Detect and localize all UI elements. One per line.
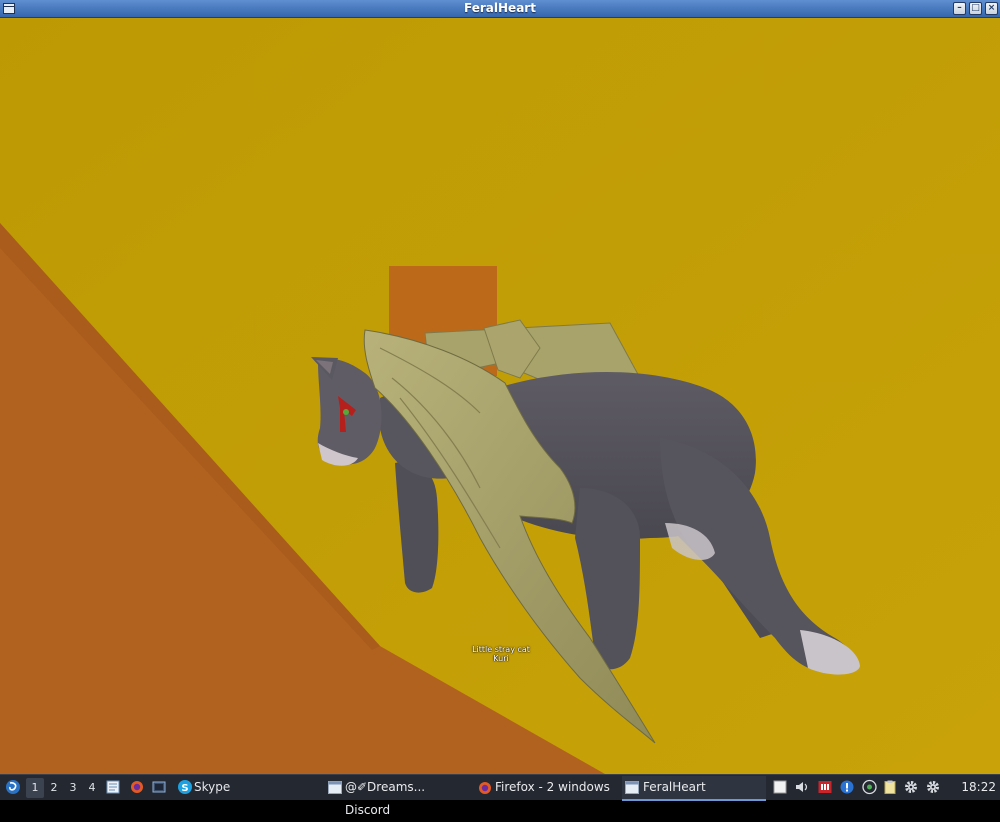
skype-launcher-label[interactable]: Skype xyxy=(194,775,230,800)
player-title: Little stray cat xyxy=(472,645,530,654)
desktop-3-button[interactable]: 3 xyxy=(64,778,82,798)
terminal-launcher-icon[interactable] xyxy=(152,780,166,794)
text-editor-launcher-icon[interactable] xyxy=(106,780,120,794)
desktop-1-button[interactable]: 1 xyxy=(26,778,44,798)
maximize-button[interactable]: □ xyxy=(969,2,982,15)
window-icon xyxy=(625,781,639,794)
clipboard-manager-icon[interactable] xyxy=(883,780,897,794)
desktop-2-button[interactable]: 2 xyxy=(45,778,63,798)
firefox-icon xyxy=(479,782,491,794)
cat-eye xyxy=(343,409,349,415)
window-title: FeralHeart xyxy=(464,1,536,15)
task-firefox-label: Firefox - 2 windows xyxy=(495,780,610,794)
game-viewport[interactable]: Little stray cat Kuri xyxy=(0,18,1000,774)
start-menu-icon[interactable] xyxy=(5,779,21,795)
task-discord[interactable]: @✐Dreams... Discord xyxy=(326,776,472,817)
task-firefox[interactable]: Firefox - 2 windows xyxy=(476,776,618,799)
settings-gear-icon[interactable] xyxy=(904,780,918,794)
firefox-launcher-icon[interactable] xyxy=(130,780,144,794)
task-feralheart[interactable]: FeralHeart xyxy=(622,776,766,801)
system-gear-icon[interactable] xyxy=(926,780,940,794)
player-name: Kuri xyxy=(493,654,509,663)
volume-icon[interactable] xyxy=(795,780,809,794)
task-discord-label: @✐Dreams... Discord xyxy=(345,780,426,817)
minimize-button[interactable]: – xyxy=(953,2,966,15)
task-feralheart-label: FeralHeart xyxy=(643,780,706,794)
network-icon[interactable] xyxy=(862,779,877,795)
close-button[interactable]: × xyxy=(985,2,998,15)
taskbar: 1 2 3 4 S Skype @✐Dreams... Discord Fire… xyxy=(0,774,1000,817)
clipboard-tray-icon[interactable] xyxy=(773,780,787,794)
window-icon xyxy=(328,781,342,794)
clock[interactable]: 18:22 xyxy=(961,775,996,800)
svg-text:S: S xyxy=(181,783,188,794)
desktop-4-button[interactable]: 4 xyxy=(83,778,101,798)
update-notification-icon[interactable] xyxy=(840,780,854,794)
skype-icon[interactable]: S xyxy=(177,779,193,795)
app-tray-icon[interactable] xyxy=(818,780,832,794)
window-titlebar[interactable]: FeralHeart – □ × xyxy=(0,0,1000,18)
player-nameplate: Little stray cat Kuri xyxy=(460,645,542,663)
